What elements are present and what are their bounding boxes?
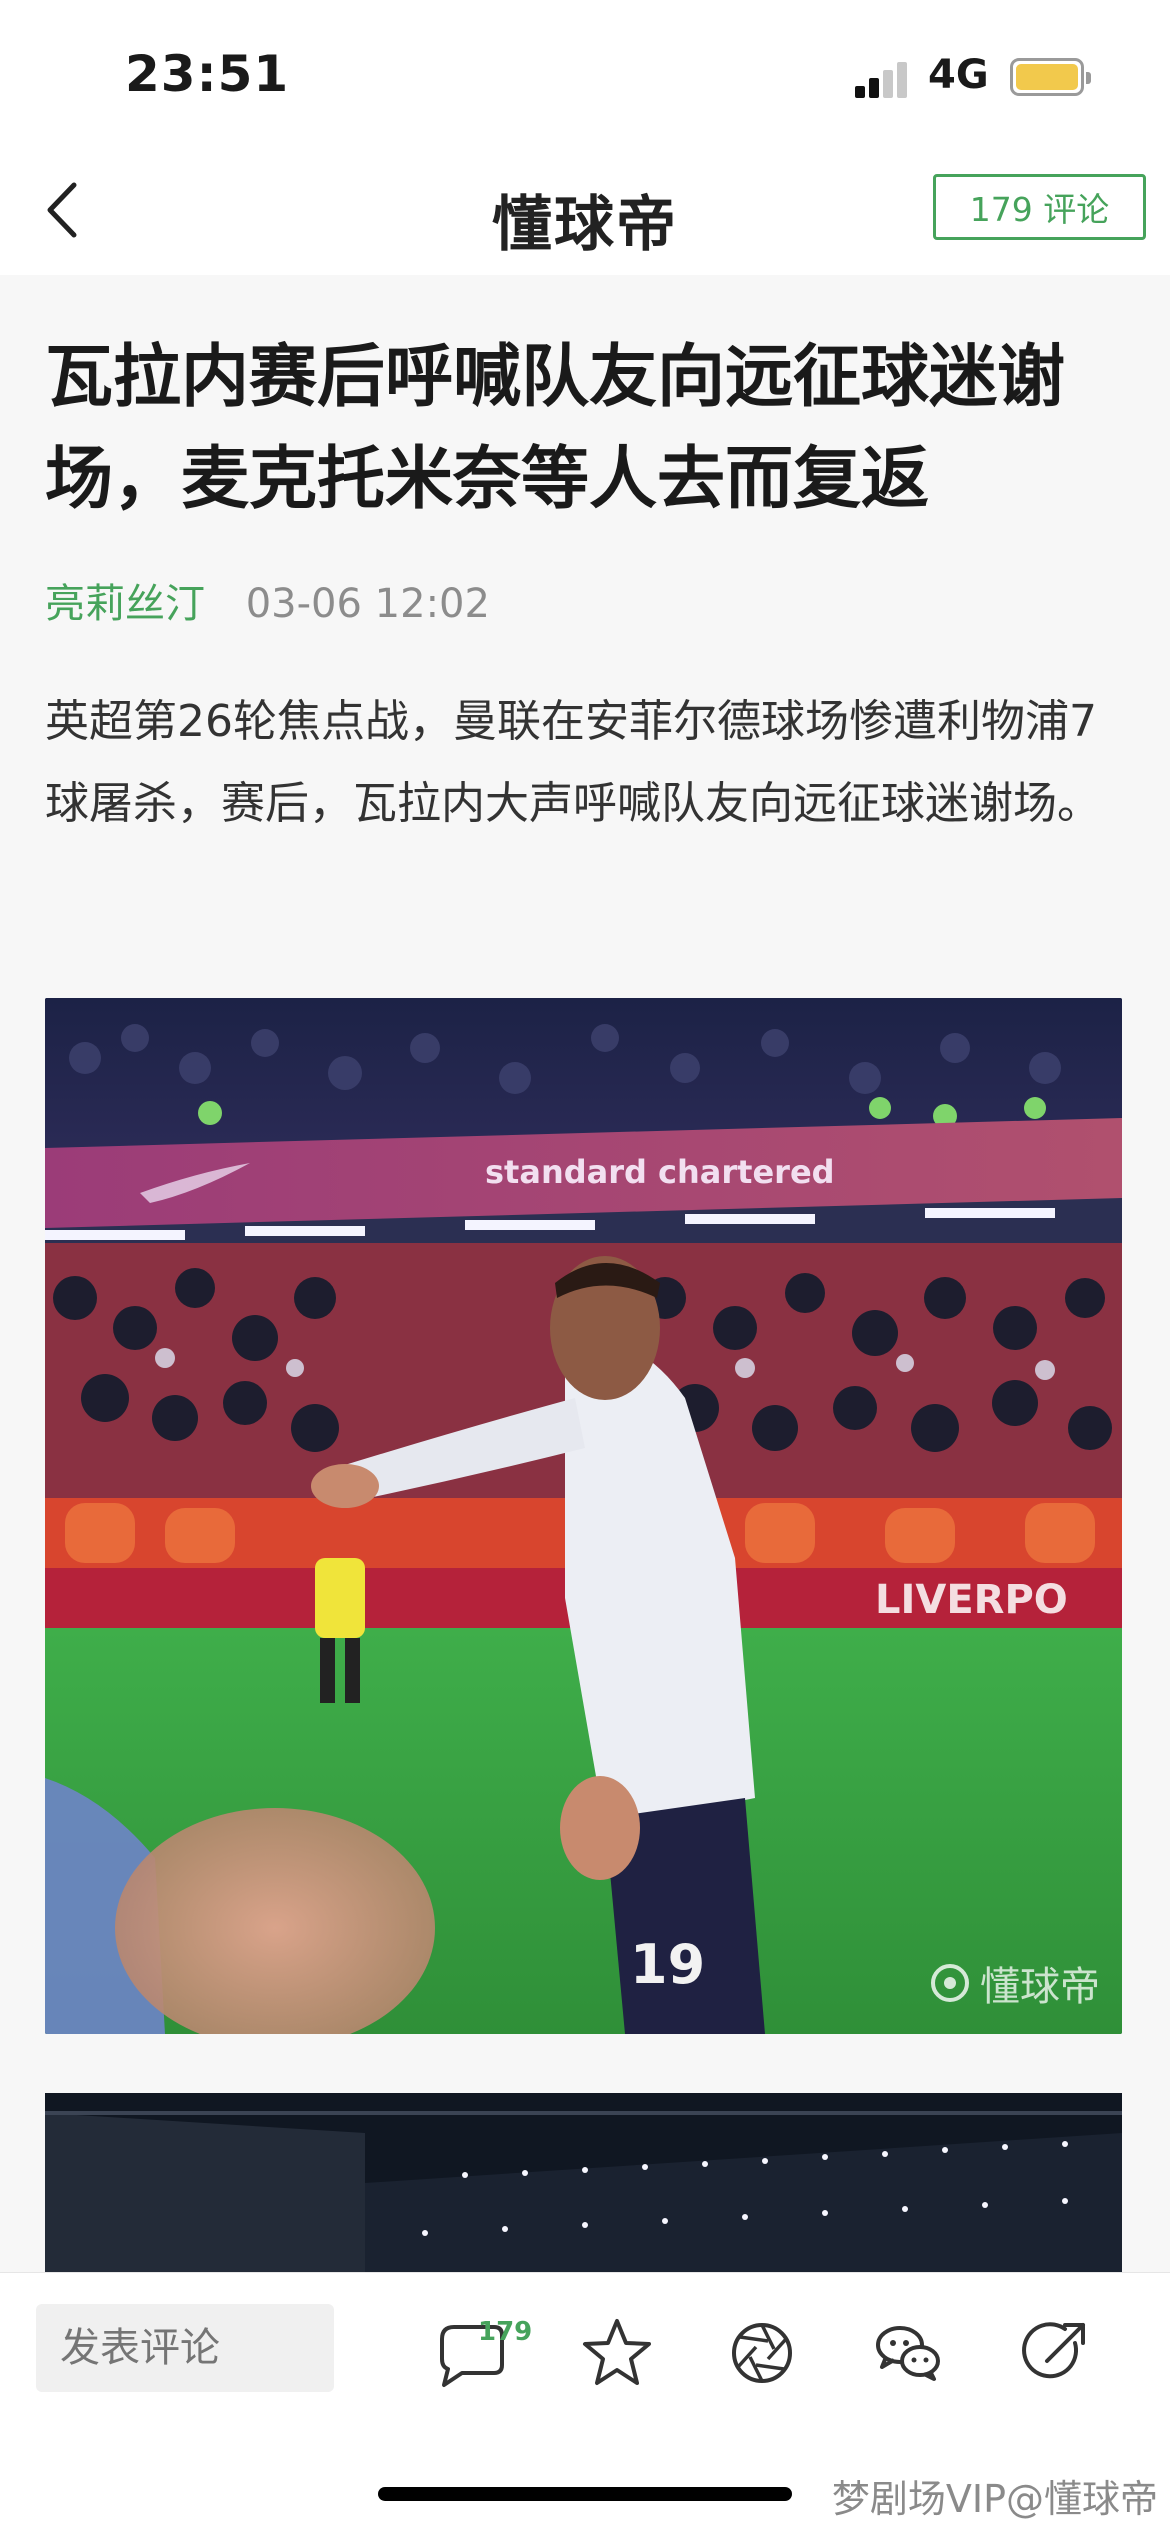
watermark-text: 懂球帝 — [980, 1964, 1100, 2010]
source-credit: 梦剧场VIP@懂球帝 — [831, 2477, 1158, 2521]
article-photo-2[interactable] — [45, 2093, 1122, 2273]
moments-share-button[interactable] — [722, 2313, 802, 2393]
network-type: 4G — [928, 52, 989, 98]
comment-count-badge: 179 — [478, 2317, 533, 2347]
comments-button[interactable]: 179 评论 — [933, 174, 1146, 240]
author-name[interactable]: 亮莉丝汀 — [45, 581, 205, 627]
shirt-number: 19 — [630, 1933, 705, 1996]
article-lead: 英超第26轮焦点战，曼联在安菲尔德球场惨遭利物浦7球屠杀，赛后，瓦拉内大声呼喊队… — [45, 696, 1101, 829]
board-text: standard chartered — [485, 1153, 835, 1191]
article-headline: 瓦拉内赛后呼喊队友向远征球迷谢场，麦克托米奈等人去而复返 — [45, 338, 1066, 519]
comment-input[interactable] — [36, 2304, 334, 2392]
logo-icon — [931, 1964, 969, 2002]
article-photo[interactable]: standard chartered LIVERPO 19 懂球帝 — [45, 998, 1122, 2034]
share-arrow-icon — [1022, 2322, 1085, 2379]
share-button[interactable] — [1017, 2313, 1097, 2393]
favorite-button[interactable] — [577, 2313, 657, 2393]
publish-date: 03-06 12:02 — [245, 581, 490, 627]
star-icon — [583, 2319, 651, 2385]
status-time: 23:51 — [125, 45, 290, 103]
article: 瓦拉内赛后呼喊队友向远征球迷谢场，麦克托米奈等人去而复返 亮莉丝汀 03-06 … — [45, 275, 1125, 845]
nav-bar: 懂球帝 179 评论 — [0, 150, 1170, 275]
signal-strength-icon — [855, 58, 907, 98]
wechat-icon — [876, 2326, 940, 2381]
photo-watermark: 懂球帝 — [930, 1954, 1100, 2012]
camera-aperture-icon — [732, 2323, 792, 2383]
status-bar: 23:51 4G — [0, 0, 1170, 150]
home-indicator[interactable] — [378, 2487, 792, 2501]
ad-board-text: LIVERPO — [875, 1577, 1068, 1623]
wechat-share-button[interactable] — [868, 2313, 948, 2393]
article-meta: 亮莉丝汀 03-06 12:02 — [45, 571, 1125, 629]
battery-icon — [1010, 58, 1091, 96]
